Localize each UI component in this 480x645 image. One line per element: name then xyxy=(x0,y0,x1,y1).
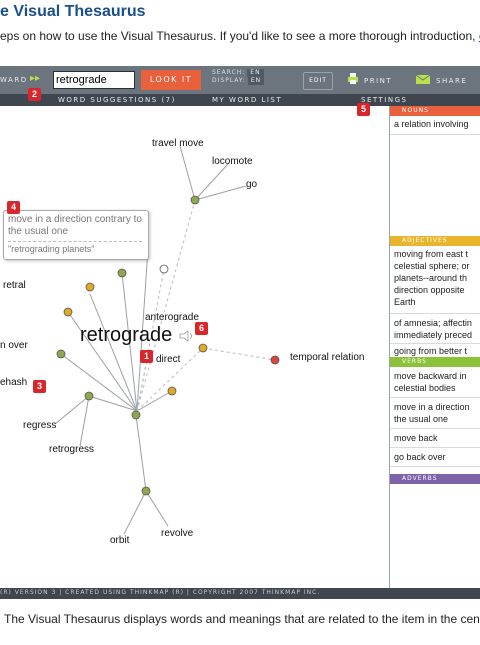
verb-entry[interactable]: move backward in celestial bodies xyxy=(390,370,480,394)
intro-sentence: eps on how to use the Visual Thesaurus. … xyxy=(0,29,479,43)
verb-node xyxy=(131,410,141,420)
word-suggestions-tab[interactable]: WORD SUGGESTIONS (7) xyxy=(58,96,176,104)
word-retrogress[interactable]: retrogress xyxy=(49,444,94,455)
link xyxy=(135,414,147,492)
word-regress[interactable]: regress xyxy=(23,420,56,431)
language-settings[interactable]: SEARCH: EN DISPLAY: EN xyxy=(212,69,265,85)
word-orbit[interactable]: orbit xyxy=(110,535,129,546)
link xyxy=(179,145,196,201)
noun-entry[interactable]: a relation involving xyxy=(390,118,480,132)
entry-divider xyxy=(390,428,480,429)
link xyxy=(79,395,90,447)
noun-node xyxy=(270,355,280,365)
entry-divider xyxy=(390,313,480,314)
verb-entry[interactable]: go back over xyxy=(390,451,480,463)
tooltip-example: "retrograding planets" xyxy=(8,244,95,254)
share-button[interactable]: SHARE xyxy=(436,77,467,85)
verb-node xyxy=(117,268,127,278)
adjective-entry[interactable]: of amnesia; affectin immediately preced xyxy=(390,317,480,341)
print-button[interactable]: PRINT xyxy=(364,77,392,85)
tooltip-divider xyxy=(8,241,142,242)
adjective-entry[interactable]: moving from east t celestial sphere; or … xyxy=(390,248,480,310)
callout-badge-5: 5 xyxy=(357,103,370,116)
speaker-icon xyxy=(179,330,189,342)
link xyxy=(123,490,147,535)
link xyxy=(54,395,90,425)
verb-node xyxy=(190,195,200,205)
search-input[interactable]: retrograde xyxy=(53,71,135,89)
link xyxy=(194,163,229,201)
entry-divider xyxy=(390,134,480,135)
forward-button[interactable]: WARD xyxy=(0,76,28,84)
search-lang-label: SEARCH: xyxy=(212,69,246,76)
word-go-back-over[interactable]: n over xyxy=(0,340,28,351)
callout-badge-4: 4 xyxy=(7,201,20,214)
word-temporal-relation[interactable]: temporal relation xyxy=(290,352,364,363)
verb-node xyxy=(56,349,66,359)
tooltip-definition: move in a direction contrary to the usua… xyxy=(8,214,142,237)
word-anterograde[interactable]: anterograde xyxy=(145,312,199,323)
verb-node xyxy=(84,391,94,401)
word-revolve[interactable]: revolve xyxy=(161,528,193,539)
word-direct[interactable]: direct xyxy=(156,354,180,365)
nouns-header[interactable]: NOUNS xyxy=(390,106,480,116)
open-node xyxy=(159,264,169,274)
callout-badge-1: 1 xyxy=(140,350,153,363)
my-word-list-tab[interactable]: MY WORD LIST xyxy=(212,96,282,104)
word-go[interactable]: go xyxy=(246,179,257,190)
entry-divider xyxy=(390,343,480,344)
copyright-text: (R) VERSION 3 | CREATED USING THINKMAP (… xyxy=(0,589,321,596)
dashed-link xyxy=(202,347,276,361)
word-retral[interactable]: retral xyxy=(3,280,26,291)
caption-text: The Visual Thesaurus displays words and … xyxy=(4,612,480,626)
adj-node xyxy=(198,343,208,353)
adj-node xyxy=(63,307,73,317)
verb-entry[interactable]: move back xyxy=(390,432,480,444)
word-travel-move[interactable]: travel move xyxy=(152,138,204,149)
center-word[interactable]: retrograde xyxy=(80,324,172,347)
link xyxy=(194,185,247,201)
look-it-up-button[interactable]: LOOK IT UP xyxy=(141,70,201,104)
display-lang-label: DISPLAY: xyxy=(212,77,246,84)
verb-node xyxy=(141,486,151,496)
callout-badge-6: 6 xyxy=(195,322,208,335)
adj-node xyxy=(167,386,177,396)
edit-button[interactable]: EDIT xyxy=(303,72,333,90)
callout-badge-2: 2 xyxy=(28,88,41,101)
share-envelope-icon[interactable] xyxy=(416,75,430,84)
page-title: e Visual Thesaurus xyxy=(0,3,146,20)
definition-tooltip: move in a direction contrary to the usua… xyxy=(3,210,149,260)
word-locomote[interactable]: locomote xyxy=(212,156,253,167)
intro-text: eps on how to use the Visual Thesaurus. … xyxy=(0,29,480,43)
adjective-entry[interactable]: going from better t xyxy=(390,345,480,356)
adj-node xyxy=(85,282,95,292)
entry-divider xyxy=(390,397,480,398)
word-rehash[interactable]: ehash xyxy=(0,377,27,388)
link xyxy=(145,490,169,527)
link xyxy=(88,395,138,412)
word-graph[interactable]: travel move locomote go retral anterogra… xyxy=(0,106,389,588)
verbs-header[interactable]: VERBS xyxy=(390,357,480,367)
adverbs-header[interactable]: ADVERBS xyxy=(390,474,480,484)
print-icon[interactable] xyxy=(348,73,358,84)
word-graph-links xyxy=(54,145,280,535)
search-lang-value[interactable]: EN xyxy=(247,69,264,77)
callout-badge-3: 3 xyxy=(33,380,46,393)
adjectives-header[interactable]: ADJECTIVES xyxy=(390,236,480,246)
entry-divider xyxy=(390,447,480,448)
entry-divider xyxy=(390,466,480,467)
display-lang-value[interactable]: EN xyxy=(247,77,265,85)
sound-wave xyxy=(189,332,192,340)
verb-entry[interactable]: move in a direction the usual one xyxy=(390,401,480,425)
forward-arrow-icon[interactable]: ▸▸ xyxy=(30,73,40,84)
